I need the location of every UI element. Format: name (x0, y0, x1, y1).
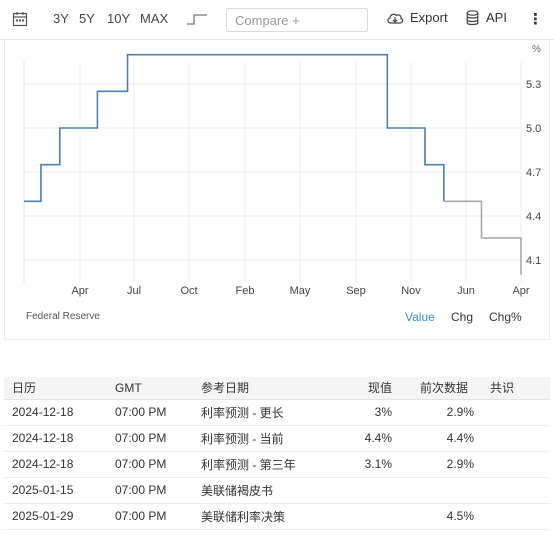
y-unit-label: % (532, 44, 541, 55)
cell-date: 2025-01-29 (4, 503, 107, 530)
x-tick-label: Nov (401, 285, 421, 297)
calendar-table: 日历 GMT 参考日期 现值 前次数据 共识 2024-12-18 07:00 P… (4, 377, 550, 530)
range-10y-button[interactable]: 10Y (107, 11, 130, 26)
y-tick-label: 5.0 (526, 123, 541, 135)
cell-gmt: 07:00 PM (107, 451, 193, 478)
chart-toolbar: 3Y 5Y 10Y MAX Compare + Export API ⋮ (0, 0, 554, 40)
y-tick-label: 4.7 (526, 167, 541, 179)
table-header-row: 日历 GMT 参考日期 现值 前次数据 共识 (4, 377, 550, 400)
y-tick-label: 5.3 (526, 79, 541, 91)
export-label: Export (410, 10, 448, 25)
range-5y-button[interactable]: 5Y (79, 11, 95, 26)
mode-chg-percent-button[interactable]: Chg% (489, 310, 522, 324)
cell-actual (343, 477, 400, 504)
chart-source: Federal Reserve (26, 311, 100, 322)
interest-rate-chart: 4.1 4.4 4.7 5.0 5.3% Apr Jul Oct Feb May Sep Nov Jun… (23, 44, 541, 297)
cloud-download-icon (387, 13, 404, 24)
cell-consensus (482, 503, 550, 530)
cell-previous: 2.9% (400, 399, 482, 426)
cell-reference[interactable]: 利率预测 - 第三年 (193, 451, 343, 478)
compare-input[interactable]: Compare + (226, 8, 368, 32)
mode-value-button[interactable]: Value (405, 310, 435, 324)
cell-previous: 4.5% (400, 503, 482, 530)
x-tick-label: May (290, 285, 311, 297)
x-tick-label: Oct (180, 285, 197, 297)
cell-actual: 4.4% (343, 425, 400, 452)
api-label: API (486, 10, 507, 25)
col-header-reference: 参考日期 (193, 377, 343, 400)
x-tick-label: Sep (346, 285, 366, 297)
col-header-calendar: 日历 (4, 377, 107, 400)
cell-date: 2024-12-18 (4, 451, 107, 478)
database-icon (466, 10, 479, 26)
cell-gmt: 07:00 PM (107, 399, 193, 426)
col-header-actual: 现值 (343, 377, 400, 400)
x-tick-label: Apr (71, 285, 88, 297)
cell-previous: 2.9% (400, 451, 482, 478)
step-chart-icon[interactable] (186, 12, 208, 26)
cell-previous: 4.4% (400, 425, 482, 452)
table-row[interactable]: 2025-01-15 07:00 PM 美联储褐皮书 (4, 477, 550, 504)
x-tick-label: Feb (236, 285, 255, 297)
cell-actual: 3% (343, 399, 400, 426)
cell-previous (400, 477, 482, 504)
cell-reference[interactable]: 美联储利率决策 (193, 503, 343, 530)
cell-date: 2024-12-18 (4, 425, 107, 452)
col-header-consensus: 共识 (482, 377, 550, 400)
col-header-previous: 前次数据 (400, 377, 482, 400)
cell-reference[interactable]: 利率预测 - 更长 (193, 399, 343, 426)
x-tick-label: Jun (457, 285, 475, 297)
range-3y-button[interactable]: 3Y (53, 11, 69, 26)
more-vertical-icon[interactable]: ⋮ (528, 10, 543, 28)
y-tick-label: 4.4 (526, 211, 541, 223)
table-row[interactable]: 2024-12-18 07:00 PM 利率预测 - 更长 3% 2.9% (4, 399, 550, 426)
cell-consensus (482, 477, 550, 504)
table-row[interactable]: 2024-12-18 07:00 PM 利率预测 - 当前 4.4% 4.4% (4, 425, 550, 452)
cell-consensus (482, 451, 550, 478)
cell-gmt: 07:00 PM (107, 503, 193, 530)
mode-chg-button[interactable]: Chg (451, 310, 473, 324)
cell-gmt: 07:00 PM (107, 477, 193, 504)
series-line-forecast (443, 200, 522, 275)
y-tick-label: 4.1 (526, 255, 541, 267)
cell-date: 2025-01-15 (4, 477, 107, 504)
cell-actual: 3.1% (343, 451, 400, 478)
cell-gmt: 07:00 PM (107, 425, 193, 452)
cell-reference[interactable]: 利率预测 - 当前 (193, 425, 343, 452)
cell-consensus (482, 425, 550, 452)
x-tick-label: Apr (512, 285, 529, 297)
cell-actual (343, 503, 400, 530)
table-row[interactable]: 2025-01-29 07:00 PM 美联储利率决策 4.5% (4, 503, 550, 530)
range-max-button[interactable]: MAX (140, 11, 168, 26)
cell-reference[interactable]: 美联储褐皮书 (193, 477, 343, 504)
x-tick-label: Jul (127, 285, 141, 297)
calendar-icon[interactable] (12, 11, 28, 27)
cell-date: 2024-12-18 (4, 399, 107, 426)
col-header-gmt: GMT (107, 377, 193, 400)
cell-consensus (482, 399, 550, 426)
table-row[interactable]: 2024-12-18 07:00 PM 利率预测 - 第三年 3.1% 2.9% (4, 451, 550, 478)
